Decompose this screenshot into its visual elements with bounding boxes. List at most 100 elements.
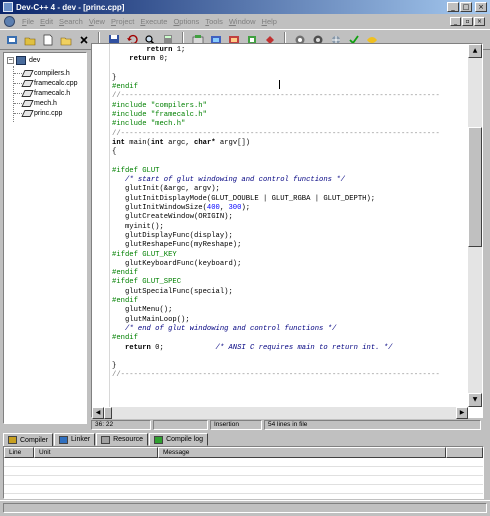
menu-item-2[interactable]: Search xyxy=(56,17,86,26)
editor-status-bar: 36: 22 Insertion 54 lines in file xyxy=(91,420,483,430)
new-file-icon[interactable] xyxy=(40,32,56,48)
project-root[interactable]: − dev xyxy=(7,56,40,65)
menu-item-8[interactable]: Window xyxy=(226,17,259,26)
menu-item-9[interactable]: Help xyxy=(259,17,280,26)
column-message[interactable]: Message xyxy=(158,447,446,458)
code-line: glutKeyboardFunc(keyboard); xyxy=(112,259,242,268)
project-file-item[interactable]: compilers.h xyxy=(14,68,70,78)
project-file-item[interactable]: princ.cpp xyxy=(14,108,62,118)
code-line: /* start of glut windowing and control f… xyxy=(124,176,345,185)
window-title: Dev-C++ 4 - dev - [princ.cpp] xyxy=(16,2,125,12)
tab-compiler[interactable]: Compiler xyxy=(3,433,54,446)
code-line: glutDisplayFunc(display); xyxy=(112,231,233,240)
text-cursor xyxy=(279,80,280,89)
project-file-label: princ.cpp xyxy=(34,109,63,117)
document-system-icon[interactable] xyxy=(4,15,15,27)
horizontal-scrollbar[interactable]: ◀ ▶ xyxy=(92,407,468,419)
app-icon[interactable] xyxy=(3,2,13,12)
project-tree[interactable]: − dev compilers.h framecalc.cpp framecalc.… xyxy=(3,52,87,424)
code-text[interactable]: return 1; return 0;} #endif //------------… xyxy=(112,46,440,381)
menu-item-4[interactable]: Project xyxy=(108,17,137,26)
project-file-item[interactable]: mech.h xyxy=(14,98,57,108)
scroll-up-button[interactable]: ▲ xyxy=(468,44,482,58)
code-line: return 1; xyxy=(146,46,186,54)
open-file-icon[interactable] xyxy=(58,32,74,48)
code-line: } xyxy=(112,73,117,82)
menu-item-0[interactable]: File xyxy=(19,17,37,26)
project-root-label: dev xyxy=(29,57,41,64)
code-line: #include "compilers.h" xyxy=(112,101,207,110)
mdi-controls: _ ▫ × xyxy=(450,16,486,26)
mdi-restore-button[interactable]: ▫ xyxy=(462,16,473,26)
code-line: #include "framecalc.h" xyxy=(112,111,207,120)
tab-resource[interactable]: Resource xyxy=(96,433,149,446)
horizontal-scroll-thumb[interactable] xyxy=(104,407,112,419)
cursor-position: 36: 22 xyxy=(91,420,151,430)
code-line: #endif xyxy=(112,269,138,278)
code-line: glutInit(&argc, argv); xyxy=(112,185,220,194)
results-row xyxy=(4,467,483,476)
code-editor[interactable]: return 1; return 0;} #endif //------------… xyxy=(91,43,483,418)
menu-item-1[interactable]: Edit xyxy=(37,17,56,26)
line-count: 54 lines in file xyxy=(264,420,481,430)
compiler-results[interactable]: Line Unit Message xyxy=(3,446,484,499)
source-file-icon xyxy=(22,79,31,87)
project-file-item[interactable]: framecalc.h xyxy=(14,88,70,98)
code-line: glutReshapeFunc(myReshape); xyxy=(112,241,242,250)
code-line: glutCreateWindow(ORIGIN); xyxy=(112,213,233,222)
tab-icon xyxy=(59,435,69,444)
project-file-item[interactable]: framecalc.cpp xyxy=(14,78,78,88)
column-unit[interactable]: Unit xyxy=(34,447,158,458)
code-line: #ifdef GLUT_KEY xyxy=(112,250,177,259)
code-line: //--------------------------------------… xyxy=(112,371,440,380)
code-line: return 0; /* ANSI C requires main to ret… xyxy=(124,343,393,352)
tree-branch xyxy=(14,92,22,94)
column-spare xyxy=(446,447,483,458)
mdi-close-button[interactable]: × xyxy=(474,16,485,26)
menu-item-7[interactable]: Tools xyxy=(202,17,226,26)
scroll-left-button[interactable]: ◀ xyxy=(92,407,104,419)
tree-branch xyxy=(14,82,22,84)
close-button[interactable]: × xyxy=(475,2,487,12)
code-line: /* end of glut windowing and control fun… xyxy=(124,324,337,333)
main-status-bar xyxy=(0,500,490,515)
open-project-icon[interactable] xyxy=(22,32,38,48)
results-row xyxy=(4,476,483,485)
column-line[interactable]: Line xyxy=(4,447,34,458)
minimize-button[interactable]: _ xyxy=(447,2,459,12)
code-line: #ifdef GLUT_SPEC xyxy=(112,278,182,287)
menu-bar: File Edit Search View Project Execute Options T… xyxy=(0,14,490,28)
vertical-scrollbar[interactable]: ▲ ▼ xyxy=(468,44,482,407)
code-line: glutSpecialFunc(special); xyxy=(112,287,233,296)
menu-item-3[interactable]: View xyxy=(86,17,108,26)
scroll-right-button[interactable]: ▶ xyxy=(456,407,468,419)
results-row xyxy=(4,485,483,494)
new-project-icon[interactable] xyxy=(4,32,20,48)
spacer-cell xyxy=(153,420,208,430)
project-file-label: mech.h xyxy=(34,99,57,107)
vertical-scroll-thumb[interactable] xyxy=(468,127,482,247)
code-line: glutInitWindowSize(400, 300); xyxy=(112,204,251,213)
code-line: #include "mech.h" xyxy=(112,120,186,129)
tab-compile-log[interactable]: Compile log xyxy=(149,433,209,446)
maximize-button[interactable]: □ xyxy=(460,2,472,12)
code-line: glutInitDisplayMode(GLUT_DOUBLE | GLUT_R… xyxy=(112,194,376,203)
source-file-icon xyxy=(22,109,31,117)
scroll-down-button[interactable]: ▼ xyxy=(468,393,482,407)
mdi-minimize-button[interactable]: _ xyxy=(450,16,461,26)
collapse-toggle[interactable]: − xyxy=(7,57,14,64)
code-line: //--------------------------------------… xyxy=(112,92,440,101)
edit-mode: Insertion xyxy=(210,420,262,430)
title-bar: Dev-C++ 4 - dev - [princ.cpp] _ □ × xyxy=(0,0,490,14)
code-line: } xyxy=(112,362,117,371)
code-line: return 0; xyxy=(129,55,169,64)
menu-item-5[interactable]: Execute xyxy=(137,17,170,26)
tab-linker[interactable]: Linker xyxy=(54,433,96,446)
code-line: glutMenu(); xyxy=(112,306,173,315)
project-icon xyxy=(16,56,26,65)
menu-item-6[interactable]: Options xyxy=(170,17,202,26)
tab-icon xyxy=(154,435,164,444)
close-file-icon[interactable] xyxy=(76,32,92,48)
